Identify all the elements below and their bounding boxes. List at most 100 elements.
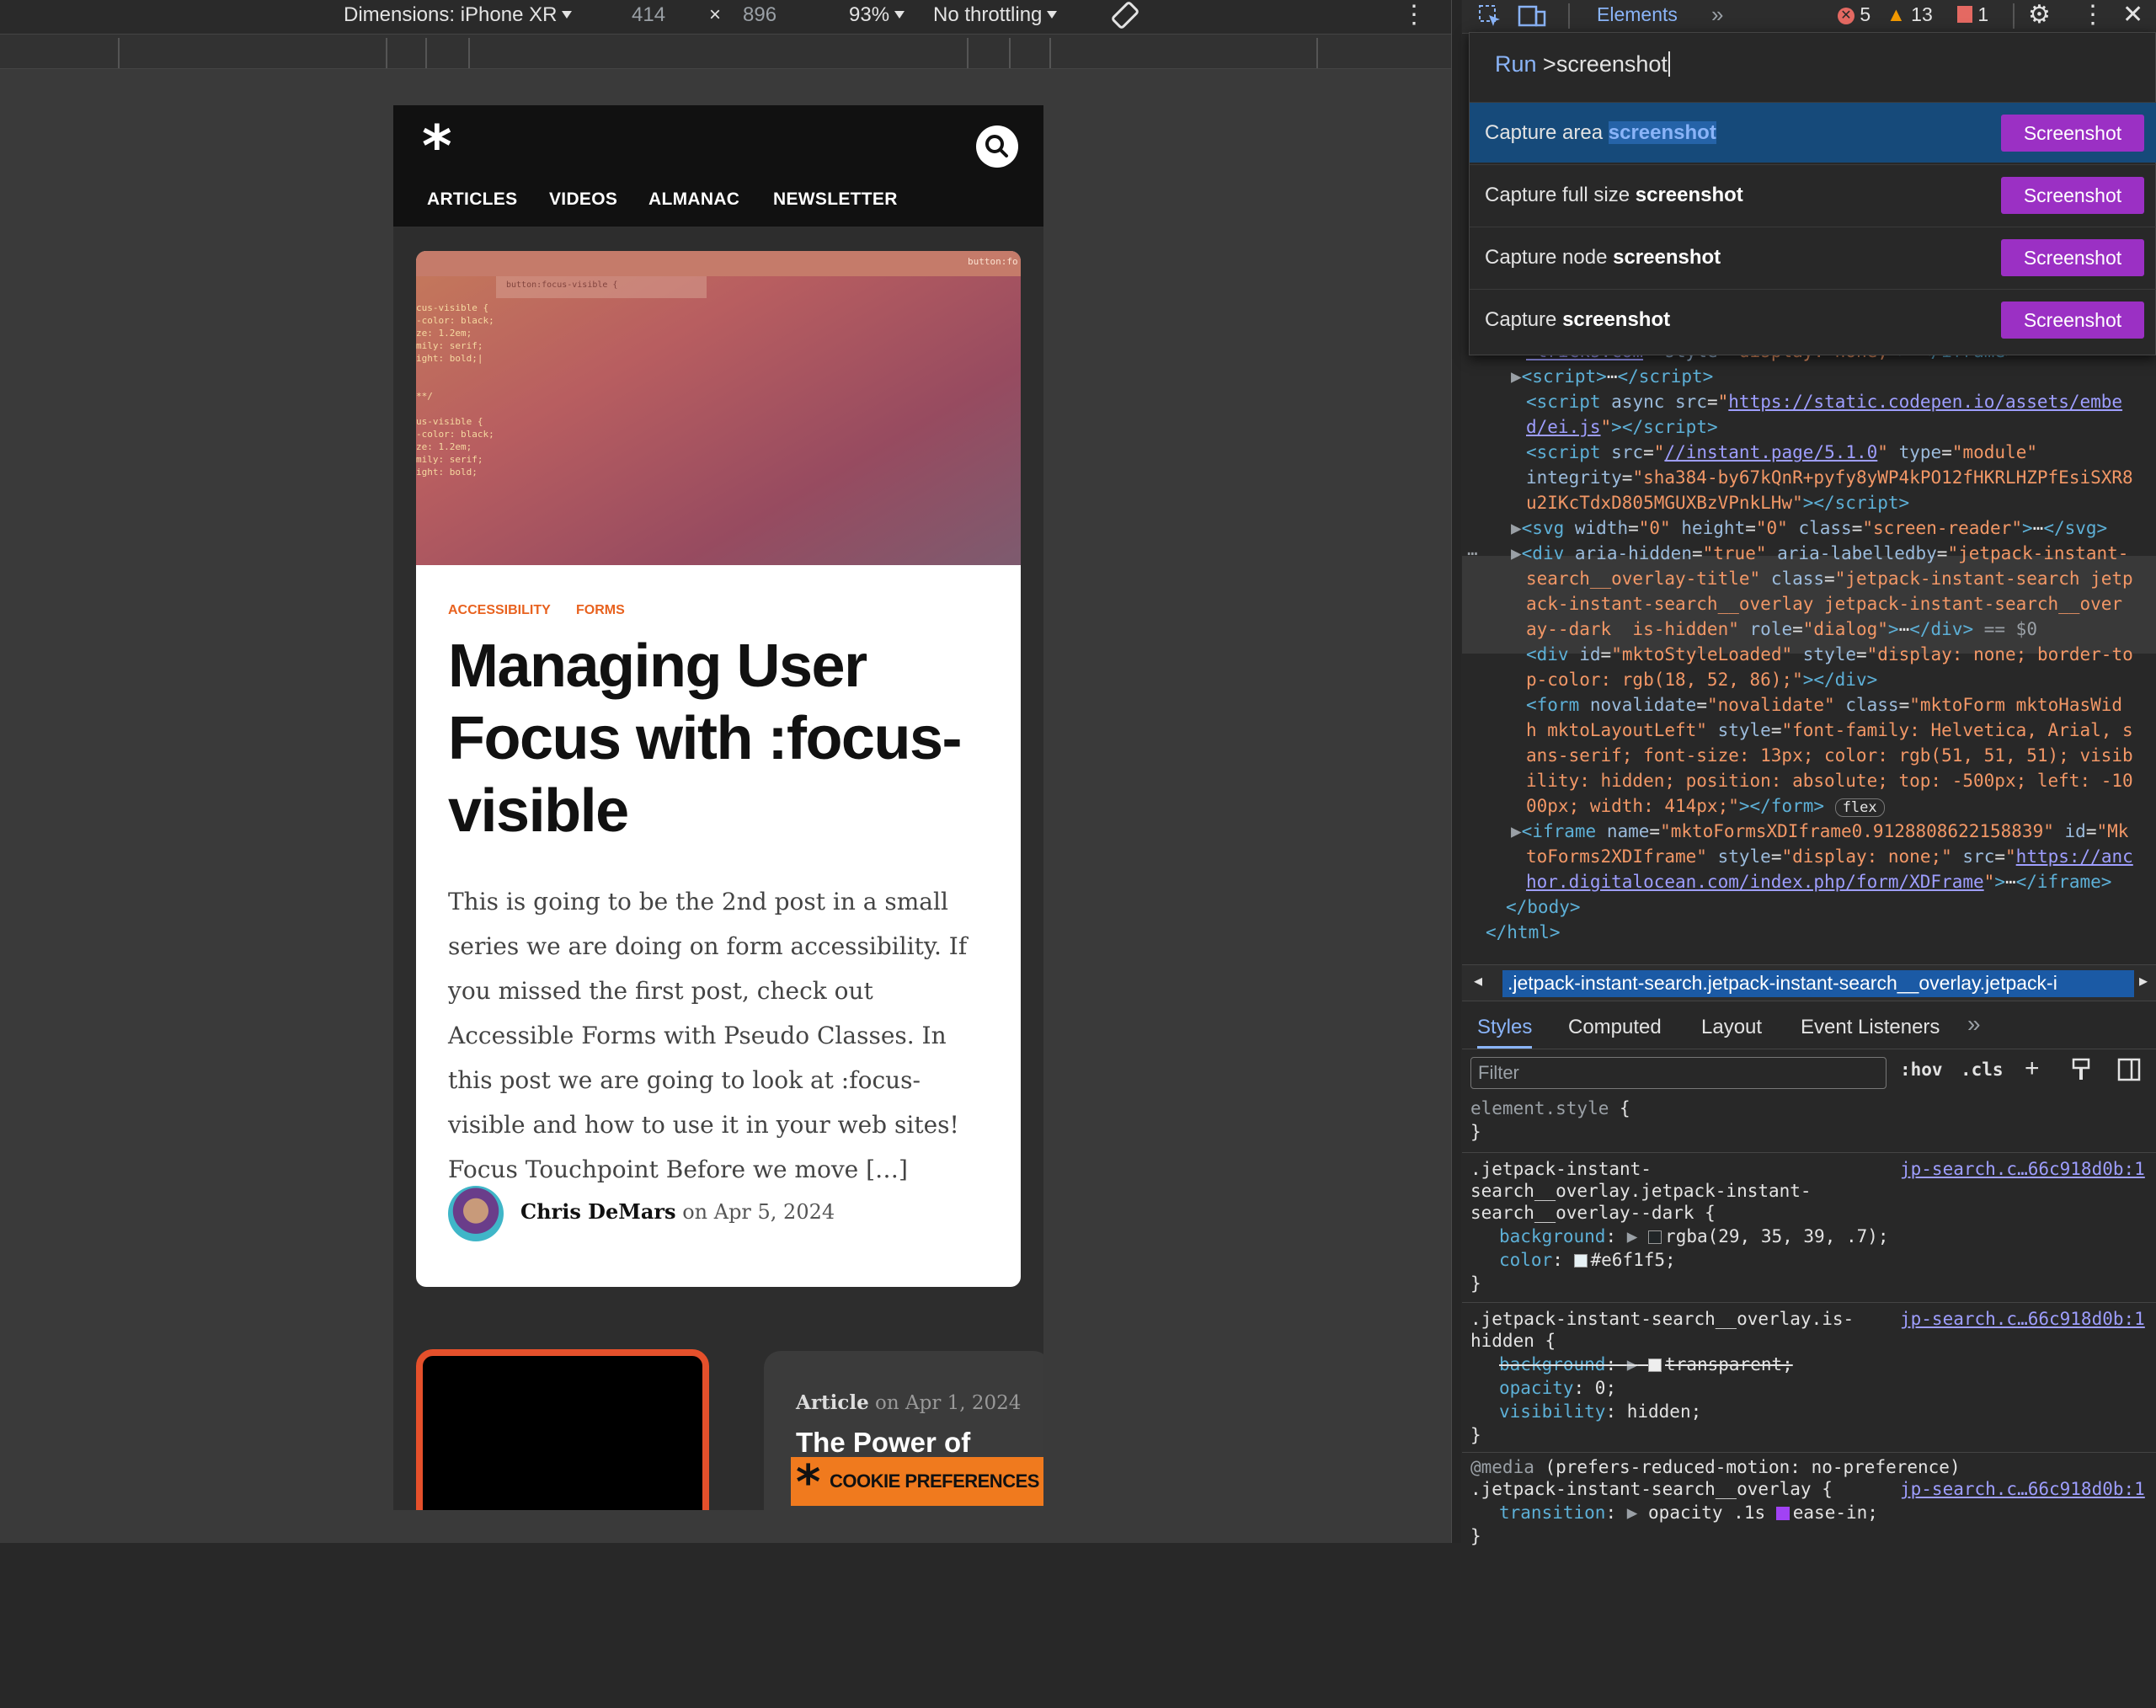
device-viewport: * ARTICLES VIDEOS ALMANAC NEWSLETTER but…: [393, 105, 1043, 1510]
tab-layout[interactable]: Layout: [1701, 1016, 1762, 1039]
styles-tab-bar: Styles Computed Layout Event Listeners »: [1462, 1007, 2156, 1049]
next-article-date: Apr 1, 2024: [905, 1392, 1022, 1414]
times-sign: ×: [709, 3, 722, 26]
chevron-down-icon: [894, 11, 905, 19]
chevron-right-icon[interactable]: ▸: [2139, 970, 2148, 991]
cookie-label: COOKIE PREFERENCES: [830, 1470, 1039, 1492]
text-cursor: [1668, 51, 1670, 77]
command-label: Capture node: [1485, 246, 1614, 269]
gear-icon[interactable]: ⚙: [2028, 0, 2051, 29]
screenshot-button[interactable]: Screenshot: [2001, 302, 2144, 339]
more-options-icon[interactable]: ⋮: [1401, 0, 1427, 29]
more-tabs-icon[interactable]: »: [1711, 2, 1723, 28]
command-match: screenshot: [1562, 308, 1671, 331]
nav-almanac[interactable]: ALMANAC: [648, 189, 739, 210]
tab-styles[interactable]: Styles: [1477, 1016, 1533, 1049]
avatar[interactable]: [448, 1186, 504, 1241]
byline: Chris DeMars on Apr 5, 2024: [520, 1199, 835, 1224]
post-date: Apr 5, 2024: [713, 1200, 835, 1224]
elements-tree[interactable]: -tricks.com" style="display: none;">⋯</i…: [1462, 337, 2156, 960]
article-title[interactable]: Managing User Focus with :focus-visible: [448, 630, 1004, 847]
device-toggle-icon[interactable]: [1518, 3, 1546, 34]
styles-pane[interactable]: element.style { } .jetpack-instant- jp-s…: [1462, 1095, 2156, 1546]
device-select[interactable]: Dimensions: iPhone XR: [344, 3, 573, 27]
warning-counter[interactable]: ▲ 13: [1886, 3, 1933, 26]
tab-computed[interactable]: Computed: [1568, 1016, 1662, 1039]
issue-count: 1: [1977, 3, 1989, 25]
hero-code: cus-visible { -color: black; ze: 1.2em; …: [416, 302, 494, 478]
command-menu-input[interactable]: Run >screenshot: [1495, 51, 1670, 77]
inspect-element-icon[interactable]: [1477, 3, 1502, 34]
next-article-meta: Article on Apr 1, 2024: [796, 1391, 1021, 1414]
screenshot-button[interactable]: Screenshot: [2001, 239, 2144, 276]
breadcrumb-selected-node[interactable]: .jetpack-instant-search.jetpack-instant-…: [1502, 970, 2134, 997]
video-card[interactable]: [416, 1349, 709, 1510]
devtools-panel: Elements » ✕ 5 ▲ 13 1 ⚙ ⋮ ✕ -tricks.com"…: [1462, 0, 2156, 1546]
command-item-capture[interactable]: Capture screenshot Screenshot: [1470, 289, 2156, 350]
issue-icon: [1957, 6, 1972, 23]
sidebar-toggle-icon[interactable]: [2117, 1058, 2141, 1086]
panel-splitter[interactable]: [1451, 0, 1461, 1543]
nav-articles[interactable]: ARTICLES: [427, 189, 517, 210]
cookie-preferences-button[interactable]: * COOKIE PREFERENCES: [791, 1455, 1043, 1510]
divider: [2013, 3, 2015, 29]
warning-icon: ▲: [1886, 3, 1906, 25]
article-hero-image[interactable]: button:focus-visible { button:fo cus-vis…: [416, 251, 1021, 565]
rotate-icon[interactable]: [1110, 0, 1140, 36]
chevron-left-icon[interactable]: ◂: [1474, 970, 1482, 991]
search-icon: [985, 135, 1008, 157]
hov-toggle[interactable]: :hov: [1900, 1059, 1943, 1080]
command-query: >screenshot: [1543, 51, 1668, 77]
date-prefix: on: [875, 1392, 899, 1414]
date-prefix: on: [682, 1200, 708, 1224]
close-icon[interactable]: ✕: [2122, 0, 2143, 29]
asterisk-icon: *: [796, 1455, 820, 1510]
zoom-select[interactable]: 93%: [849, 3, 905, 27]
command-label: Capture: [1485, 308, 1563, 331]
site-header: * ARTICLES VIDEOS ALMANAC NEWSLETTER: [393, 105, 1043, 228]
media-query-ruler[interactable]: [0, 34, 1451, 69]
search-button[interactable]: [976, 125, 1018, 168]
next-article-title[interactable]: The Power of: [796, 1427, 970, 1459]
divider: [1568, 3, 1570, 29]
author-name[interactable]: Chris DeMars: [520, 1199, 676, 1224]
error-counter[interactable]: ✕ 5: [1838, 3, 1870, 26]
command-match: screenshot: [1635, 184, 1743, 206]
warning-count: 13: [1911, 3, 1933, 25]
chevron-down-icon: [562, 11, 573, 19]
tag-accessibility[interactable]: ACCESSIBILITY: [448, 603, 551, 618]
next-article-type: Article: [796, 1391, 869, 1414]
paint-brush-icon[interactable]: [2070, 1058, 2092, 1086]
tab-event-listeners[interactable]: Event Listeners: [1801, 1016, 1940, 1039]
screenshot-button[interactable]: Screenshot: [2001, 177, 2144, 214]
styles-filter-input[interactable]: Filter: [1470, 1057, 1886, 1089]
error-icon: ✕: [1838, 8, 1854, 24]
command-item-capture-node[interactable]: Capture node screenshot Screenshot: [1470, 227, 2156, 287]
nav-videos[interactable]: VIDEOS: [549, 189, 617, 210]
hero-editor-tab: button:focus-visible {: [496, 276, 707, 298]
cls-toggle[interactable]: .cls: [1961, 1059, 2004, 1080]
error-count: 5: [1860, 3, 1871, 25]
site-logo[interactable]: *: [422, 114, 452, 180]
command-item-capture-area[interactable]: Capture area screenshot Screenshot: [1470, 102, 2156, 163]
command-item-capture-full-size[interactable]: Capture full size screenshot Screenshot: [1470, 164, 2156, 225]
issues-counter[interactable]: 1: [1957, 3, 1988, 26]
command-label: Capture full size: [1485, 184, 1636, 206]
command-match: screenshot: [1613, 246, 1721, 269]
more-tabs-icon[interactable]: »: [1967, 1011, 1981, 1038]
throttling-select[interactable]: No throttling: [933, 3, 1058, 27]
add-rule-icon[interactable]: +: [2025, 1054, 2040, 1083]
height-input[interactable]: 896: [743, 3, 776, 27]
width-input[interactable]: 414: [632, 3, 665, 27]
screenshot-button[interactable]: Screenshot: [2001, 115, 2144, 152]
more-options-icon[interactable]: ⋮: [2080, 0, 2105, 29]
nav-newsletter[interactable]: NEWSLETTER: [773, 189, 898, 210]
breadcrumb: ◂ .jetpack-instant-search.jetpack-instan…: [1462, 964, 2156, 1001]
command-label: Capture area: [1485, 121, 1609, 144]
tag-forms[interactable]: FORMS: [576, 603, 625, 618]
tab-elements[interactable]: Elements: [1597, 3, 1678, 26]
devtools-toolbar: Elements » ✕ 5 ▲ 13 1 ⚙ ⋮ ✕: [1462, 0, 2156, 34]
device-toolbar: Dimensions: iPhone XR 414 × 896 93% No t…: [0, 0, 1451, 34]
hero-corner-text: button:fo: [968, 256, 1018, 267]
article-card[interactable]: button:focus-visible { button:fo cus-vis…: [416, 251, 1021, 1287]
